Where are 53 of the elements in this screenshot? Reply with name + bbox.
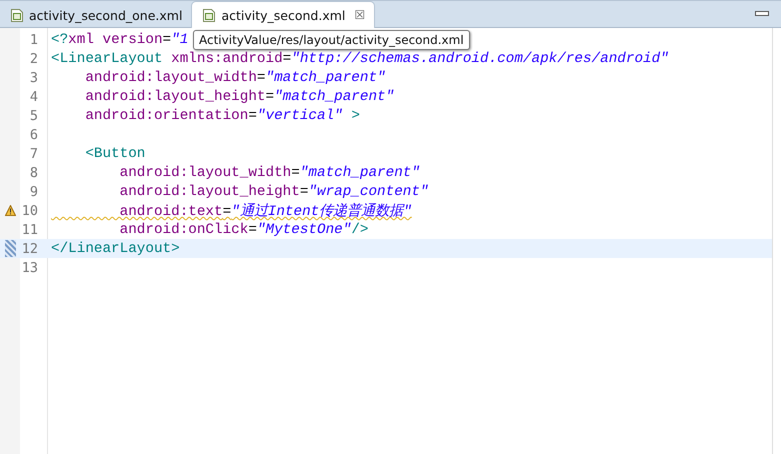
- line-number: 4: [28, 88, 38, 104]
- line-number: 13: [20, 260, 38, 276]
- attribute-value: "http://schemas.android.com/apk/res/android": [291, 50, 669, 66]
- attribute-name: android:text: [118, 204, 223, 220]
- attribute-value: "match_parent": [266, 70, 386, 86]
- line-number: 8: [28, 164, 38, 180]
- equals-sign: =: [162, 32, 172, 48]
- line-number: 11: [20, 222, 38, 238]
- attribute-name: android:layout_height: [84, 88, 266, 104]
- minimize-icon[interactable]: [755, 11, 769, 17]
- close-icon[interactable]: ☒: [354, 8, 366, 22]
- line-number: 9: [28, 184, 38, 200]
- xml-tag: >: [342, 108, 360, 124]
- xml-tag: <Button: [51, 146, 146, 162]
- equals-sign: =: [291, 164, 300, 180]
- line-number: 2: [28, 50, 38, 66]
- xml-tag: />: [351, 222, 368, 238]
- attribute-value: "MytestOne": [256, 222, 352, 238]
- line-number: 10: [20, 202, 38, 218]
- equals-sign: =: [256, 70, 266, 86]
- attribute-name: android:layout_width: [118, 164, 292, 180]
- code-editor[interactable]: [0, 28, 772, 454]
- line-number: 3: [28, 70, 38, 86]
- equals-sign: =: [248, 222, 257, 238]
- attribute-name: android:orientation: [84, 108, 248, 124]
- xml-tag: <?: [51, 32, 68, 48]
- attribute-value: "wrap_content": [308, 184, 429, 200]
- attribute-value: "match_parent": [300, 164, 420, 180]
- attribute-value: "vertical": [256, 108, 343, 124]
- line-number: 7: [28, 146, 38, 162]
- xml-tag: </LinearLayout>: [51, 240, 180, 256]
- attribute-name: android:layout_height: [118, 184, 300, 200]
- equals-sign: =: [300, 184, 308, 200]
- attribute-name: xmlns:android: [171, 50, 283, 66]
- xml-file-icon: [10, 8, 24, 22]
- equals-sign: =: [248, 108, 257, 124]
- editor-tab[interactable]: activity_second.xml ☒: [191, 1, 376, 28]
- xml-file-icon: [202, 8, 216, 22]
- attribute-name: android:layout_width: [84, 70, 257, 86]
- equals-sign: =: [282, 50, 292, 66]
- equals-sign: =: [222, 204, 232, 220]
- editor-tab[interactable]: activity_second_one.xml: [0, 3, 192, 27]
- attribute-value: "match_parent": [274, 88, 394, 104]
- line-number: 5: [28, 108, 38, 124]
- attribute-value: "1: [171, 32, 188, 48]
- file-path-tooltip: ActivityValue/res/layout/activity_second.xml: [193, 30, 470, 50]
- attribute-name: xml version: [68, 32, 163, 48]
- attribute-name: android:onClick: [118, 222, 248, 238]
- xml-tag: <LinearLayout: [51, 50, 172, 66]
- line-number: 1: [28, 32, 38, 48]
- attribute-value: "通过Intent传递普通数据": [231, 204, 412, 220]
- equals-sign: =: [266, 88, 274, 104]
- line-number: 6: [28, 126, 38, 142]
